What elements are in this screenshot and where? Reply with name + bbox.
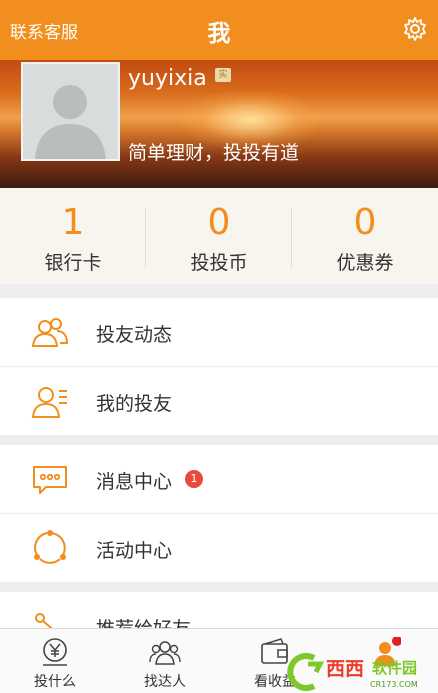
page-title: 我 [207, 21, 231, 47]
stat-value: 0 [207, 202, 231, 243]
stat-bank-cards[interactable]: 1 银行卡 [0, 188, 146, 284]
watermark-logo: 西西 软件园 CR173.COM [287, 653, 418, 691]
menu-label: 投友动态 [96, 324, 173, 346]
gear-icon[interactable] [402, 16, 428, 42]
tab-label: 投什么 [34, 674, 76, 690]
menu-label: 我的投友 [96, 393, 173, 415]
share-icon [35, 613, 53, 628]
menu-label: 消息中心 [96, 471, 173, 493]
menu-label: 活动中心 [96, 540, 173, 562]
stats-bar: 1 银行卡 0 投投币 0 优惠券 [0, 188, 438, 284]
tab-experts[interactable]: 找达人 [110, 629, 220, 693]
tab-invest[interactable]: 投什么 [0, 629, 110, 693]
profile-motto: 简单理财，投投有道 [128, 142, 300, 164]
menu-item-friends-activity[interactable]: 投友动态 [0, 298, 438, 366]
people-icon [149, 641, 181, 665]
menu-label: 推荐给好友 [96, 614, 191, 628]
svg-text:软件园: 软件园 [372, 659, 417, 677]
contact-list-icon [31, 387, 67, 418]
avatar[interactable] [21, 62, 120, 161]
messages-section: 消息中心 1 活动中心 [0, 445, 438, 582]
menu-item-events[interactable]: 活动中心 [0, 514, 438, 582]
menu-item-my-friends[interactable]: 我的投友 [0, 367, 438, 435]
default-avatar-icon [35, 85, 106, 159]
stat-value: 1 [61, 202, 85, 243]
friends-section: 投友动态 我的投友 [0, 298, 438, 435]
menu-item-messages[interactable]: 消息中心 1 [0, 445, 438, 513]
svg-text:西西: 西西 [326, 658, 364, 680]
notification-badge: 1 [185, 470, 203, 488]
stat-label: 银行卡 [44, 252, 102, 274]
verified-badge: 实 [215, 68, 231, 82]
top-header: 联系客服 我 [0, 0, 438, 60]
message-bubble-icon [33, 466, 67, 494]
stat-coins[interactable]: 0 投投币 [146, 188, 292, 284]
friends-icon [31, 318, 69, 347]
stat-value: 0 [353, 202, 377, 243]
tab-label: 找达人 [144, 674, 186, 690]
stat-label: 投投币 [190, 252, 248, 274]
stat-label: 优惠券 [336, 252, 394, 274]
menu-item-recommend[interactable]: 推荐给好友 [0, 592, 438, 628]
share-section: 推荐给好友 [0, 592, 438, 628]
stat-coupons[interactable]: 0 优惠券 [292, 188, 438, 284]
yen-coin-icon [43, 638, 67, 666]
svg-text:CR173.COM: CR173.COM [370, 680, 418, 689]
events-cycle-icon [34, 530, 66, 564]
username: yuyixia [128, 66, 207, 91]
